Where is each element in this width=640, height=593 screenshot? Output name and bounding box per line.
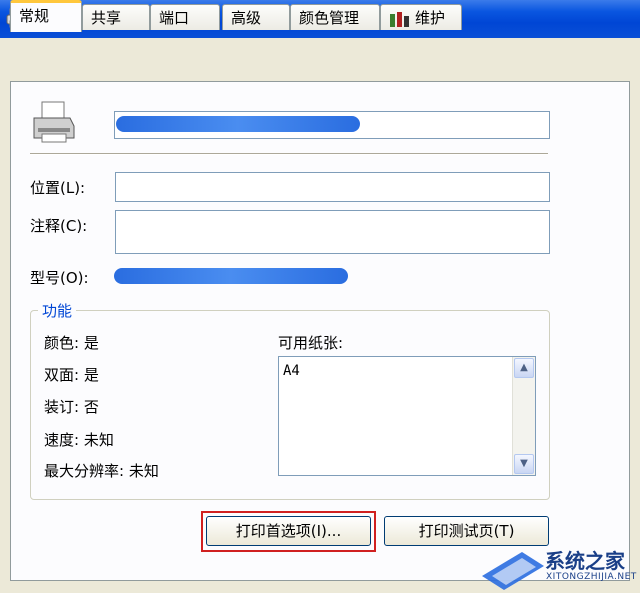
maintenance-icon bbox=[390, 11, 409, 27]
location-label: 位置(L): bbox=[30, 179, 86, 197]
printer-name-redacted bbox=[116, 116, 360, 132]
comment-label: 注释(C): bbox=[30, 217, 88, 235]
scroll-down-icon[interactable]: ▼ bbox=[514, 454, 534, 474]
staple-feature: 装订: 否 bbox=[44, 398, 99, 416]
tab-maintenance[interactable]: 维护 bbox=[380, 4, 462, 30]
tab-label: 高级 bbox=[231, 9, 262, 27]
paper-label: 可用纸张: bbox=[278, 334, 344, 352]
tab-label: 常规 bbox=[19, 7, 50, 25]
tab-general[interactable]: 常规 bbox=[10, 0, 82, 32]
features-title: 功能 bbox=[38, 300, 77, 321]
highlight-box bbox=[201, 511, 376, 552]
watermark-text: 系统之家 bbox=[545, 549, 625, 573]
tab-advanced[interactable]: 高级 bbox=[222, 4, 290, 30]
watermark-subtext: XITONGZHIJIA.NET bbox=[546, 572, 637, 582]
printer-large-icon bbox=[33, 101, 75, 143]
scrollbar[interactable]: ▲ ▼ bbox=[512, 357, 535, 475]
model-redacted bbox=[114, 268, 348, 284]
tab-color-management[interactable]: 颜色管理 bbox=[290, 4, 380, 30]
list-item[interactable]: A4 bbox=[283, 363, 300, 379]
color-feature: 颜色: 是 bbox=[44, 334, 99, 352]
tab-label: 维护 bbox=[415, 9, 446, 27]
tab-ports[interactable]: 端口 bbox=[150, 4, 220, 30]
speed-feature: 速度: 未知 bbox=[44, 431, 114, 449]
comment-input[interactable] bbox=[115, 210, 550, 254]
divider bbox=[30, 153, 548, 155]
tab-label: 端口 bbox=[159, 9, 190, 27]
scroll-up-icon[interactable]: ▲ bbox=[514, 358, 534, 378]
tab-label: 共享 bbox=[91, 9, 122, 27]
tab-label: 颜色管理 bbox=[299, 9, 360, 27]
duplex-feature: 双面: 是 bbox=[44, 366, 99, 384]
tab-sharing[interactable]: 共享 bbox=[82, 4, 150, 30]
max-resolution-feature: 最大分辨率: 未知 bbox=[44, 462, 159, 480]
model-label: 型号(O): bbox=[30, 269, 89, 287]
paper-listbox[interactable]: A4 ▲ ▼ bbox=[278, 356, 536, 476]
location-input[interactable] bbox=[115, 172, 550, 202]
